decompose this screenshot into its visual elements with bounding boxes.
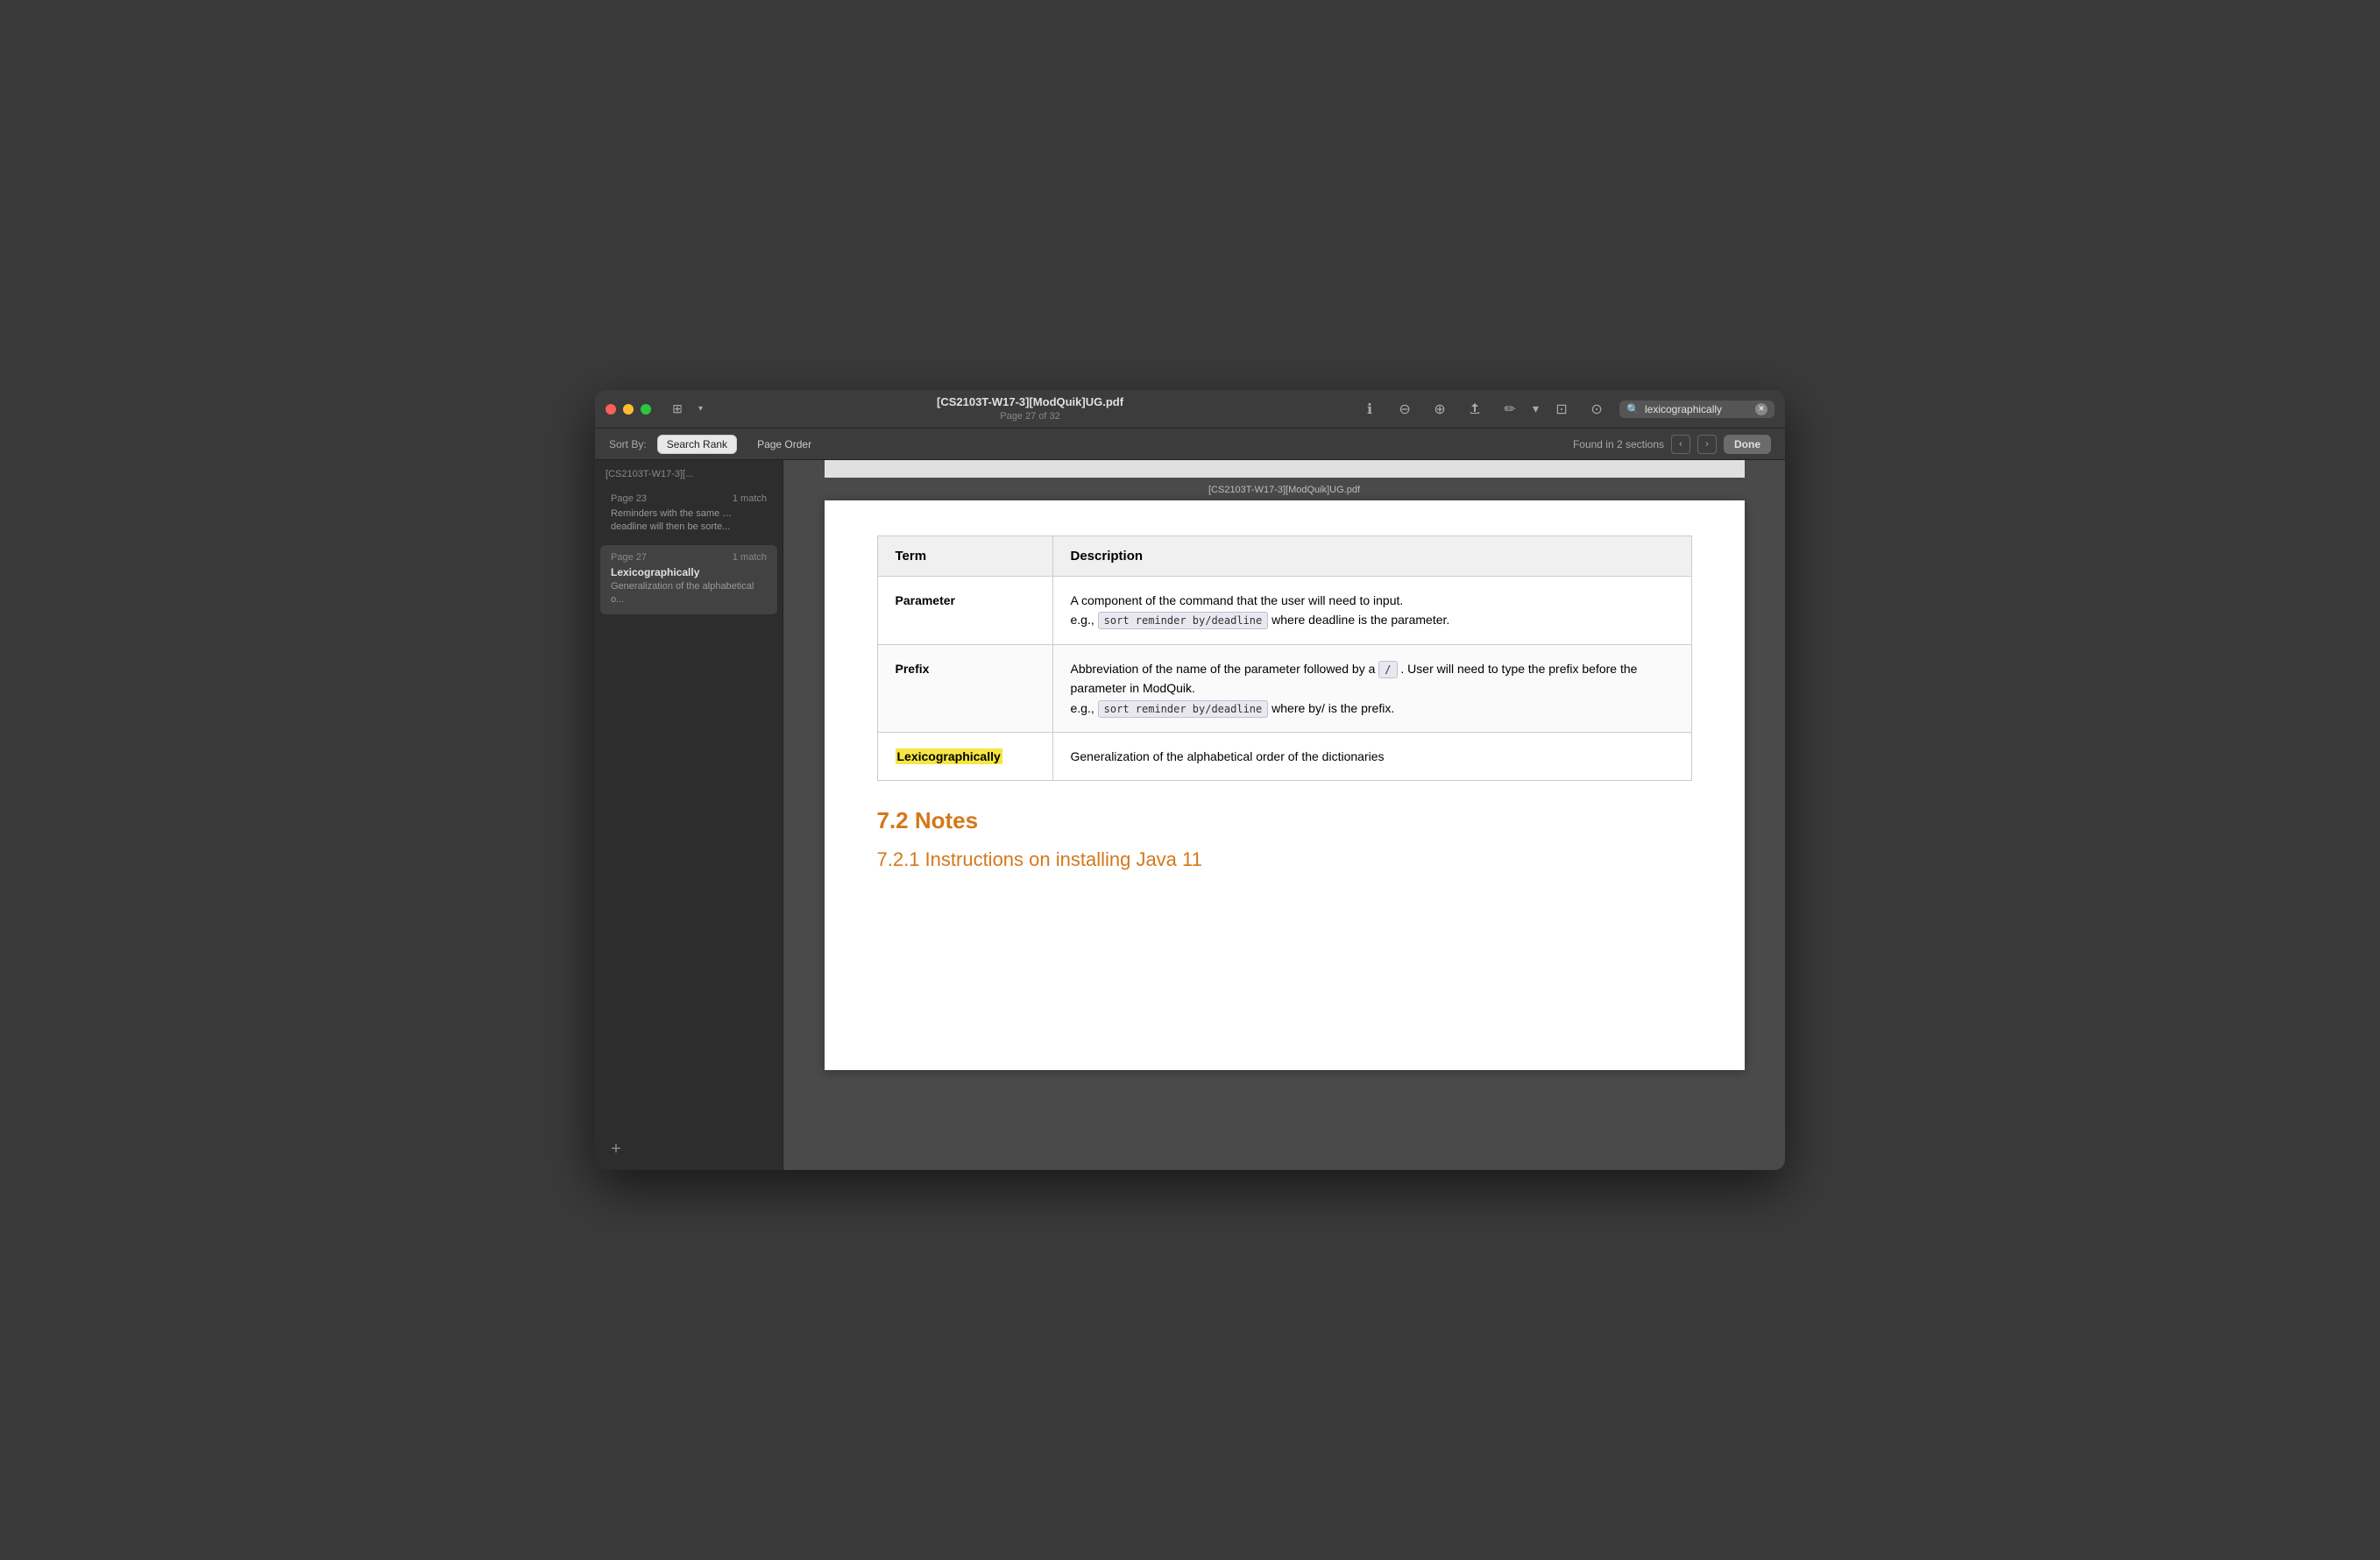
main-area: [CS2103T-W17-3][... Page 23 1 match Remi… [595, 460, 1785, 1170]
titlebar-center: [CS2103T-W17-3][ModQuik]UG.pdf Page 27 o… [710, 395, 1350, 422]
page-label: [CS2103T-W17-3][ModQuik]UG.pdf [1208, 479, 1360, 500]
search-toolbar-right: Found in 2 sections ‹ › Done [1573, 435, 1771, 454]
sidebar-bottom: + [595, 1128, 783, 1170]
sidebar: [CS2103T-W17-3][... Page 23 1 match Remi… [595, 460, 783, 1170]
term-parameter: Parameter [877, 577, 1052, 645]
search-bar: 🔍 ✕ [1619, 401, 1774, 418]
table-header-description: Description [1052, 536, 1691, 577]
sidebar-item-page27[interactable]: Page 27 1 match Lexicographically Genera… [600, 545, 777, 614]
sidebar-item-header-2: Page 27 1 match [611, 552, 767, 563]
section-subtitle-721: 7.2.1 Instructions on installing Java 11 [877, 848, 1692, 871]
prev-result-button[interactable]: ‹ [1671, 435, 1690, 454]
sidebar-item-page23[interactable]: Page 23 1 match Reminders with the same … [600, 486, 777, 542]
sidebar-toggle-button[interactable]: ⊞ [665, 397, 690, 422]
app-window: ⊞ ▾ [CS2103T-W17-3][ModQuik]UG.pdf Page … [595, 390, 1785, 1170]
search-icon: 🔍 [1626, 403, 1640, 415]
sidebar-item-title-2: Lexicographically [611, 566, 767, 578]
minimize-button[interactable] [623, 404, 634, 415]
code-sort-deadline-2: sort reminder by/deadline [1098, 700, 1269, 718]
maximize-button[interactable] [641, 404, 651, 415]
done-button[interactable]: Done [1724, 435, 1771, 454]
page-label-bar: [CS2103T-W17-3][ModQuik]UG.pdf [783, 478, 1785, 500]
zoom-out-button[interactable]: ⊖ [1392, 397, 1417, 422]
table-row-parameter: Parameter A component of the command tha… [877, 577, 1691, 645]
window-button[interactable]: ⊡ [1549, 397, 1574, 422]
share-button[interactable] [1463, 397, 1487, 422]
close-button[interactable] [606, 404, 616, 415]
search-clear-button[interactable]: ✕ [1755, 403, 1767, 415]
sidebar-filename: [CS2103T-W17-3][... [595, 460, 783, 485]
annotate-button[interactable]: ✏ [1498, 397, 1522, 422]
info-button[interactable]: ℹ [1357, 397, 1382, 422]
search-input[interactable] [1645, 403, 1750, 415]
traffic-lights [606, 404, 651, 415]
glossary-table: Term Description Parameter A component o… [877, 535, 1692, 781]
search-toolbar: Sort By: Search Rank Page Order Found in… [595, 429, 1785, 460]
term-prefix: Prefix [877, 644, 1052, 732]
pdf-viewer[interactable]: [CS2103T-W17-3][ModQuik]UG.pdf Term Desc… [783, 460, 1785, 1170]
code-sort-deadline-1: sort reminder by/deadline [1098, 612, 1269, 629]
navigation-button[interactable]: ⊙ [1584, 397, 1609, 422]
sidebar-page-23: Page 23 [611, 493, 647, 504]
desc-prefix: Abbreviation of the name of the paramete… [1052, 644, 1691, 732]
code-slash: / [1378, 661, 1397, 678]
section-title-72: 7.2 Notes [877, 807, 1692, 834]
titlebar: ⊞ ▾ [CS2103T-W17-3][ModQuik]UG.pdf Page … [595, 390, 1785, 429]
document-subtitle: Page 27 of 32 [1000, 410, 1060, 422]
sidebar-match-count-2: 1 match [733, 552, 767, 563]
next-result-button[interactable]: › [1697, 435, 1717, 454]
table-row-lexicographically: Lexicographically Generalization of the … [877, 732, 1691, 780]
sidebar-item-preview-2: Generalization of the alphabetical o... [611, 580, 767, 607]
sidebar-match-count-1: 1 match [733, 493, 767, 504]
zoom-in-button[interactable]: ⊕ [1427, 397, 1452, 422]
add-button[interactable]: + [604, 1137, 628, 1161]
found-text: Found in 2 sections [1573, 438, 1664, 450]
sort-page-order-button[interactable]: Page Order [747, 435, 821, 454]
table-row-prefix: Prefix Abbreviation of the name of the p… [877, 644, 1691, 732]
sort-by-label: Sort By: [609, 438, 647, 450]
term-lexicographically: Lexicographically [877, 732, 1052, 780]
chevron-down-icon: ▾ [698, 404, 703, 414]
page-top-bar [825, 460, 1745, 478]
titlebar-tools: ℹ ⊖ ⊕ ✏ ▾ ⊡ ⊙ 🔍 ✕ [1357, 397, 1774, 422]
desc-parameter: A component of the command that the user… [1052, 577, 1691, 645]
document-title: [CS2103T-W17-3][ModQuik]UG.pdf [937, 395, 1123, 410]
highlight-lexicographically: Lexicographically [896, 748, 1002, 764]
sidebar-item-preview-1: Reminders with the same … deadline will … [611, 507, 767, 535]
annotate-chevron-icon: ▾ [1533, 401, 1539, 416]
desc-lexicographically: Generalization of the alphabetical order… [1052, 732, 1691, 780]
sort-search-rank-button[interactable]: Search Rank [657, 435, 737, 454]
sidebar-page-27: Page 27 [611, 552, 647, 563]
sidebar-item-header-1: Page 23 1 match [611, 493, 767, 504]
table-header-term: Term [877, 536, 1052, 577]
pdf-page: Term Description Parameter A component o… [825, 500, 1745, 1070]
